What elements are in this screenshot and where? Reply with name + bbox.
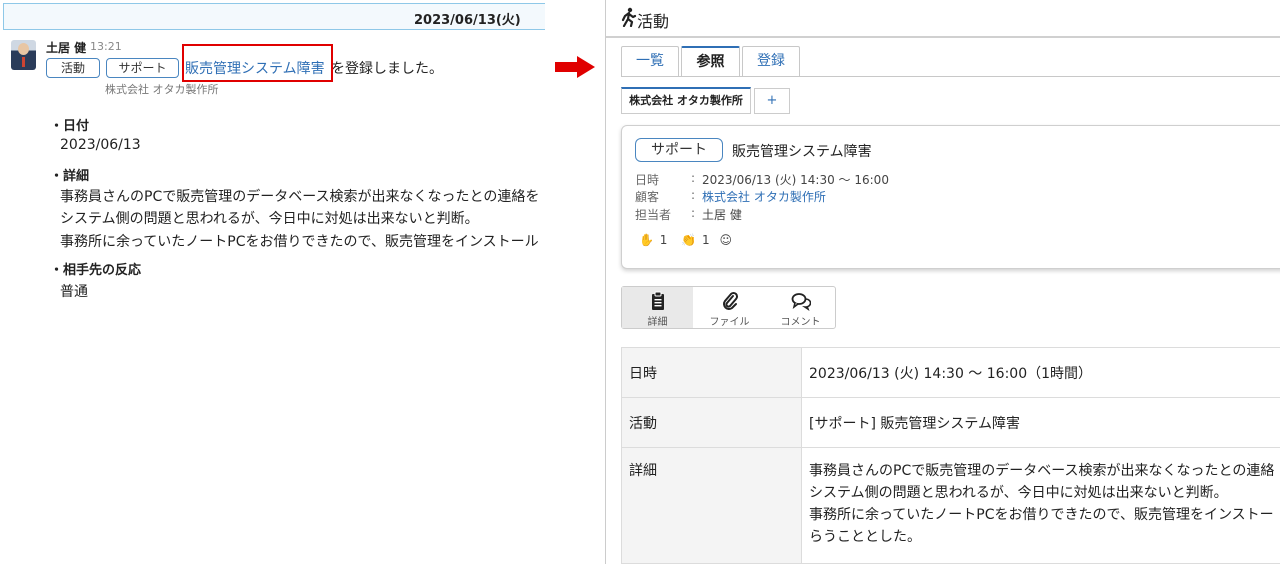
tab-divider [621,76,1280,77]
clipboard-icon [651,291,664,310]
section-heading-detail: ・詳細 [50,169,90,184]
date-header: 2023/06/13(火) [3,3,545,30]
running-person-icon [621,7,637,27]
post-suffix-text: を登録しました。 [331,61,443,77]
meta-customer-colon: : [691,188,696,202]
row-key-detail: 詳細 [621,447,802,564]
date-header-text: 2023/06/13(火) [414,13,521,28]
meta-datetime-label: 日時 [635,173,660,187]
tab-view[interactable]: 参照 [681,46,740,76]
table-row: 活動 [サポート] 販売管理システム障害 [621,397,1280,448]
tag-support[interactable]: サポート [106,58,179,78]
section-detail-line-2: システム側の問題と思われるが、今日中に対処は出来ないと判断。 [60,211,479,227]
view-file-button[interactable]: ファイル [694,287,765,328]
section-detail-line-1: 事務員さんのPCで販売管理のデータベース検索が出来なくなったとの連絡を [60,189,540,205]
meta-datetime-value: 2023/06/13 (火) 14:30 〜 16:00 [702,173,889,187]
add-tab-button[interactable]: + [754,88,790,114]
view-detail-label: 詳細 [647,317,668,328]
comments-icon [791,293,811,311]
card-title: 販売管理システム障害 [732,144,872,160]
user-name[interactable]: 土居 健 [46,39,86,56]
sub-tab-company[interactable]: 株式会社 オタカ製作所 [621,87,751,114]
detail-line-1: 事務員さんのPCで販売管理のデータベース検索が出来なくなったとの連絡 [809,463,1275,479]
tab-register[interactable]: 登録 [742,46,800,76]
detail-line-3: 事務所に余っていたノートPCをお借りできたので、販売管理をインストー [809,507,1274,523]
section-heading-reaction: ・相手先の反応 [50,263,142,278]
reactions-bar: ✋ 1 👏 1 ☺ [639,233,734,247]
view-comment-button[interactable]: コメント [765,287,836,328]
row-value-activity: [サポート] 販売管理システム障害 [801,397,1280,448]
card-tag-support[interactable]: サポート [635,138,723,162]
detail-line-4: らうこととした。 [809,529,921,545]
detail-line-2: システム側の問題と思われるが、今日中に対処は出来ないと判断。 [809,485,1228,501]
section-reaction-value: 普通 [60,284,88,300]
view-file-label: ファイル [709,317,750,328]
meta-customer-label: 顧客 [635,190,660,204]
section-heading-date: ・日付 [50,119,90,134]
panel-title: 活動 [637,12,670,31]
meta-assignee-label: 担当者 [635,208,672,222]
meta-assignee-value: 土居 健 [702,208,742,222]
activity-card: サポート 販売管理システム障害 日時 : 2023/06/13 (火) 14:3… [621,125,1280,269]
raised-hand-icon[interactable]: ✋ [639,233,654,247]
section-date-value: 2023/06/13 [60,137,141,153]
table-row: 詳細 事務員さんのPCで販売管理のデータベース検索が出来なくなったとの連絡 シス… [621,447,1280,564]
section-detail-line-3: 事務所に余っていたノートPCをお借りできたので、販売管理をインストール [60,234,539,250]
paperclip-icon [722,291,738,310]
activity-detail-panel: 活動 一覧 参照 登録 株式会社 オタカ製作所 + サポート 販売管理システム障… [605,0,1280,564]
clap-icon[interactable]: 👏 [681,233,696,247]
tag-activity[interactable]: 活動 [46,58,100,78]
table-row: 日時 2023/06/13 (火) 14:30 〜 16:00（1時間） [621,347,1280,398]
meta-assignee-colon: : [691,206,696,220]
view-detail-button[interactable]: 詳細 [622,287,693,328]
meta-customer-link[interactable]: 株式会社 オタカ製作所 [702,188,826,205]
highlight-box [182,44,333,82]
avatar[interactable] [11,40,36,70]
post-company: 株式会社 オタカ製作所 [105,83,219,96]
post-time: 13:21 [90,40,122,53]
row-value-datetime: 2023/06/13 (火) 14:30 〜 16:00（1時間） [801,347,1280,398]
panel-header: 活動 [606,0,1280,38]
row-key-activity: 活動 [621,397,802,448]
tab-list[interactable]: 一覧 [621,46,679,76]
clap-count: 1 [702,233,710,247]
timeline-panel: 2023/06/13(火) 土居 健 13:21 活動 サポート 販売管理システ… [0,0,545,564]
view-toggle-group: 詳細 ファイル コメント [621,286,836,329]
add-reaction-smiley-icon[interactable]: ☺ [720,233,733,247]
detail-table: 日時 2023/06/13 (火) 14:30 〜 16:00（1時間） 活動 … [621,347,1280,564]
view-comment-label: コメント [780,317,821,328]
arrow-right-icon [555,56,595,78]
meta-datetime-colon: : [691,171,696,185]
row-value-detail: 事務員さんのPCで販売管理のデータベース検索が出来なくなったとの連絡 システム側… [801,447,1280,564]
row-key-datetime: 日時 [621,347,802,398]
raised-hand-count: 1 [659,233,668,247]
